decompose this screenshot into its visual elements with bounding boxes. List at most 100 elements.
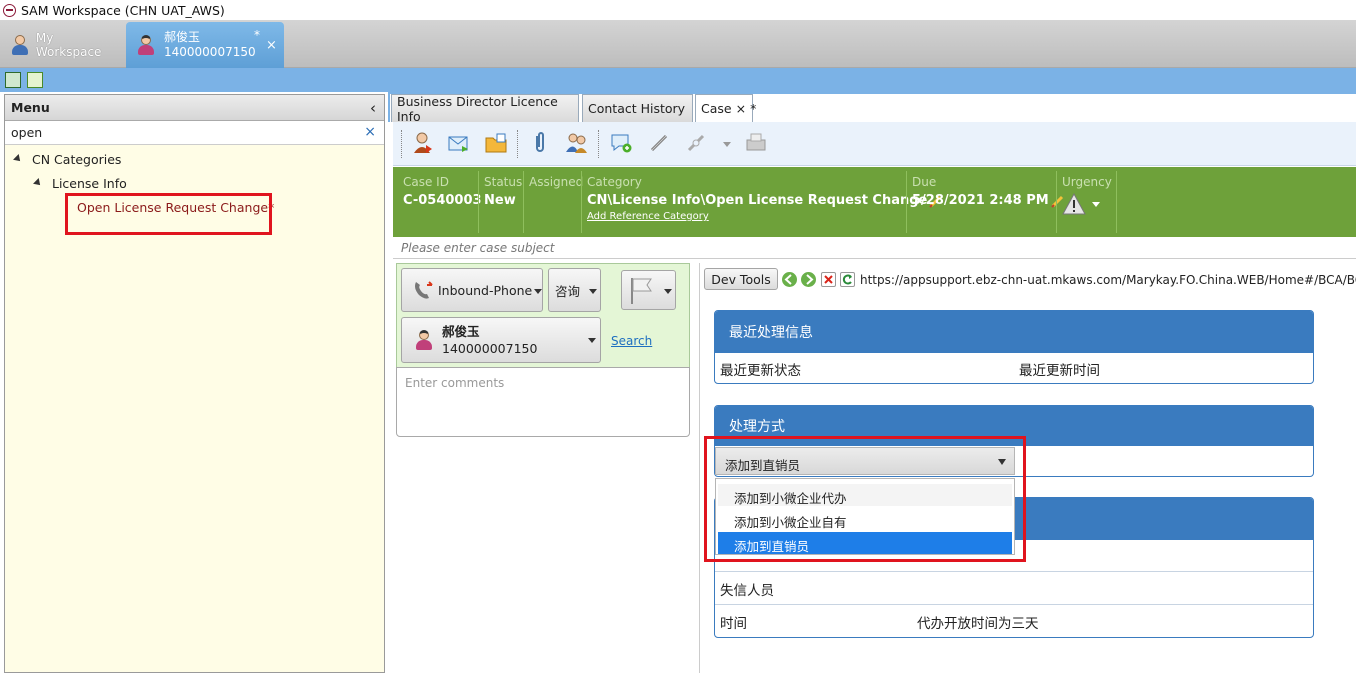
divider [1116, 171, 1117, 233]
contact-id: 140000007150 [442, 341, 538, 356]
workspace-tab-strip: My Workspace 郝俊玉 140000007150 * × [0, 20, 1356, 68]
tab-contact-history[interactable]: Contact History [582, 94, 693, 122]
tab-label: Contact History [588, 101, 686, 116]
url-bar[interactable]: https://appsupport.ebz-chn-uat.mkaws.com… [860, 270, 1356, 290]
window-title: SAM Workspace (CHN UAT_AWS) [21, 2, 225, 18]
time-label: 时间 [720, 616, 747, 632]
forward-icon[interactable] [801, 272, 816, 287]
swap-panels-icon[interactable] [27, 72, 43, 88]
status-field: Status New [484, 175, 522, 208]
toolbar-separator [517, 130, 518, 158]
layout-toggle-icon[interactable] [5, 72, 21, 88]
link-icon[interactable] [648, 132, 670, 154]
type-dropdown[interactable]: 咨询 [548, 268, 601, 312]
collapse-menu-icon[interactable]: ‹ [370, 99, 376, 117]
contacts-icon[interactable] [566, 132, 588, 154]
channel-value: Inbound-Phone [438, 282, 533, 298]
row-divider [715, 604, 1313, 605]
expand-triangle-icon[interactable] [13, 154, 23, 164]
due-value: 5/28/2021 2:48 PM [912, 193, 1049, 208]
customer-avatar-icon [136, 34, 156, 56]
tab-label: Case [701, 101, 732, 116]
channel-dropdown[interactable]: Inbound-Phone [401, 268, 543, 312]
add-reference-category-link[interactable]: Add Reference Category [587, 211, 943, 222]
divider [906, 171, 907, 233]
chevron-down-icon [588, 338, 596, 343]
menu-panel: Menu ‹ open × CN Categories License Info… [4, 94, 385, 673]
tree-item-license-info[interactable]: License Info [33, 176, 127, 191]
app-logo-icon [3, 3, 16, 17]
chevron-down-icon[interactable] [723, 142, 731, 147]
time-value: 代办开放时间为三天 [917, 616, 1039, 632]
tree-item-cn-categories[interactable]: CN Categories [13, 152, 122, 167]
toolbar-band [0, 68, 1356, 92]
divider [581, 171, 582, 233]
due-value-row: 5/28/2021 2:48 PM [912, 193, 1065, 208]
menu-search-value: open [11, 125, 43, 140]
menu-search-input[interactable]: open × [5, 121, 384, 145]
divider [523, 171, 524, 233]
tab-business-director-licence-info[interactable]: Business Director Licence Info [391, 93, 579, 124]
divider [478, 171, 479, 233]
modified-marker: * [254, 28, 260, 42]
close-case-tab-icon[interactable]: × [736, 101, 746, 116]
expand-triangle-icon[interactable] [33, 178, 43, 188]
category-field: Category CN\License Info\Open License Re… [587, 175, 943, 222]
case-id-field: Case ID C-0540003 [403, 175, 482, 208]
search-link[interactable]: Search [611, 334, 652, 348]
category-label: Category [587, 175, 642, 189]
urgency-label: Urgency [1062, 175, 1112, 189]
refresh-icon[interactable] [840, 272, 855, 287]
dishonest-person-label: 失信人员 [720, 583, 774, 599]
attachment-icon[interactable] [529, 132, 551, 154]
phone-icon [415, 281, 433, 299]
customer-name: 郝俊玉 [164, 30, 201, 44]
case-id-value: C-0540003 [403, 193, 482, 208]
tab-customer[interactable]: 郝俊玉 140000007150 * × [126, 22, 284, 68]
assigned-field: Assigned [529, 175, 583, 193]
pane-divider [699, 263, 700, 673]
due-label: Due [912, 175, 937, 189]
dev-tools-label: Dev Tools [711, 271, 771, 287]
close-tab-icon[interactable]: × [266, 38, 277, 53]
print-icon[interactable] [745, 132, 767, 154]
toolbar-separator [401, 130, 402, 158]
clear-search-icon[interactable]: × [364, 124, 376, 140]
menu-title: Menu [11, 100, 50, 115]
email-icon[interactable] [448, 132, 470, 154]
back-icon[interactable] [782, 272, 797, 287]
chevron-down-icon [589, 289, 597, 294]
case-id-label: Case ID [403, 175, 449, 189]
contact-avatar-icon [414, 329, 434, 351]
unlink-icon[interactable] [685, 132, 707, 154]
user-icon [10, 34, 30, 56]
case-subject-input[interactable]: Please enter case subject [393, 237, 1356, 259]
category-value: CN\License Info\Open License Request Cha… [587, 193, 928, 208]
flag-dropdown[interactable] [621, 270, 676, 310]
assigned-label: Assigned [529, 175, 584, 189]
comments-textarea[interactable]: Enter comments [396, 367, 690, 437]
tree-item-label: CN Categories [32, 152, 122, 167]
case-header: Case ID C-0540003 Status New Assigned Ca… [393, 167, 1356, 237]
toolbar-separator [598, 130, 599, 158]
tab-case[interactable]: Case × * [695, 94, 757, 122]
recent-info-title: 最近处理信息 [715, 311, 1313, 353]
assign-user-icon[interactable] [412, 132, 434, 154]
menu-header: Menu ‹ [5, 95, 384, 121]
contact-name: 郝俊玉 [442, 324, 480, 339]
tab-label: Business Director Licence Info [397, 93, 558, 124]
row-divider [715, 571, 1313, 572]
warning-icon [1062, 193, 1086, 215]
case-toolbar [393, 122, 1356, 166]
urgency-selector[interactable] [1062, 193, 1112, 215]
status-value: New [484, 193, 516, 208]
flag-icon [631, 278, 652, 304]
folder-icon[interactable] [485, 132, 507, 154]
tab-my-workspace[interactable]: My Workspace [4, 22, 122, 68]
stop-icon[interactable] [821, 272, 836, 287]
customer-id: 140000007150 [164, 45, 256, 59]
dev-tools-button[interactable]: Dev Tools [704, 268, 778, 290]
add-comment-icon[interactable] [610, 132, 632, 154]
contact-dropdown[interactable]: 郝俊玉 140000007150 [401, 317, 601, 363]
case-modified-marker: * [750, 101, 757, 116]
